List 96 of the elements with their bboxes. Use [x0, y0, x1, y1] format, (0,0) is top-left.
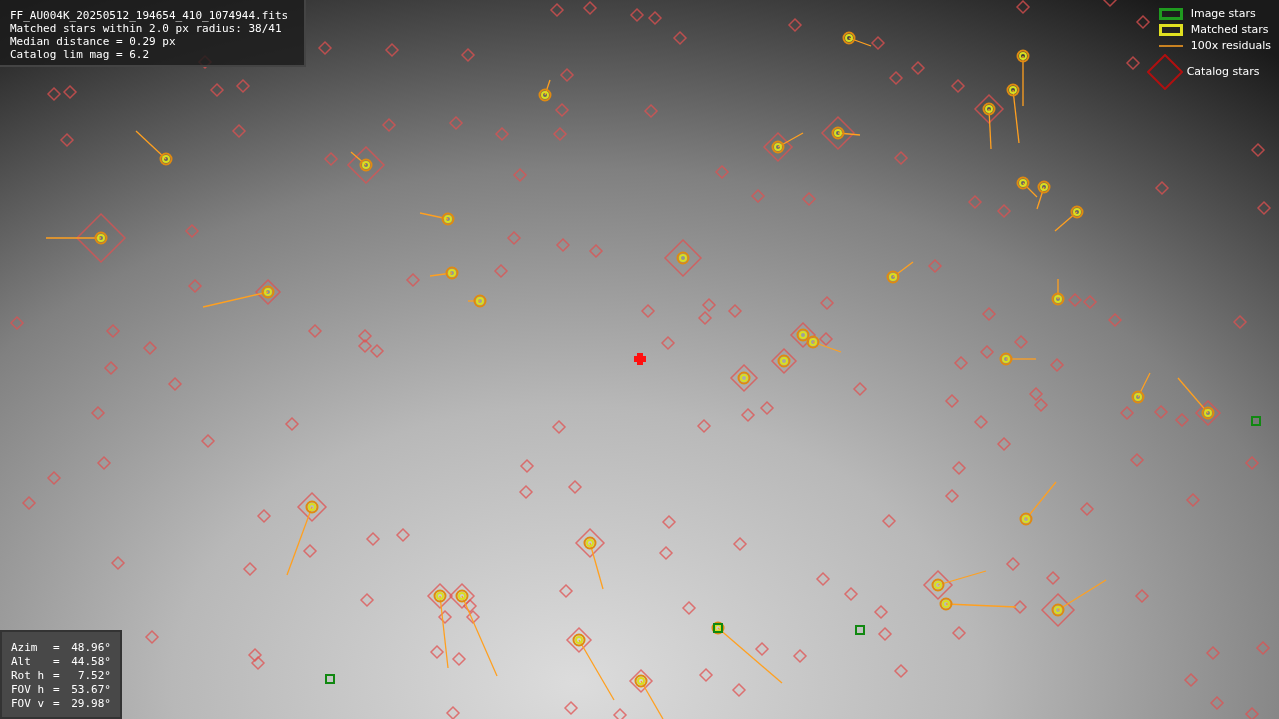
legend-label: Matched stars [1190, 21, 1269, 38]
residual-line [1057, 579, 1107, 611]
info-line: Catalog lim mag = 6.2 [10, 48, 151, 61]
matched-star-marker [777, 354, 791, 368]
matched-star-marker [305, 500, 319, 514]
residual-line [578, 639, 615, 701]
residual-line [988, 108, 992, 150]
matched-star-marker [796, 328, 810, 342]
residual-line [350, 151, 367, 166]
matched-star-marker [1201, 406, 1215, 420]
parameter-value: 44.58° [70, 655, 111, 669]
matched-star-marker [433, 589, 447, 603]
residual-line [286, 506, 313, 576]
matched-star-marker [676, 251, 690, 265]
residual-line [812, 341, 842, 353]
matched-star-marker [842, 31, 856, 45]
residual-line [589, 542, 604, 590]
info-line: Median distance = 0.29 px [10, 35, 177, 48]
legend-label: Image stars [1190, 5, 1256, 22]
legend-label: 100x residuals [1190, 37, 1271, 54]
matched-star-marker [359, 158, 373, 172]
legend-label: Catalog stars [1186, 63, 1260, 80]
info-line: Matched stars within 2.0 px radius: 38/41 [10, 22, 283, 35]
equals-sign: = [53, 669, 61, 683]
center-cross-icon [634, 353, 646, 365]
residual-line [1005, 358, 1037, 360]
matched-star-marker [999, 352, 1013, 366]
matched-star-marker [445, 266, 459, 280]
diamond-icon [1146, 54, 1183, 90]
equals-sign: = [53, 641, 61, 655]
matched-star-marker [634, 674, 648, 688]
residual-line [1054, 211, 1078, 232]
equals-sign: = [53, 683, 61, 697]
parameter-label: Azim [11, 641, 39, 655]
rectangle-icon [1158, 24, 1183, 36]
matched-star-marker [583, 536, 597, 550]
residual-line [1177, 377, 1209, 414]
residual-line [837, 132, 861, 136]
matched-star-marker [1016, 49, 1030, 63]
parameter-value: 29.98° [70, 697, 111, 711]
residual-line [45, 237, 102, 239]
residual-line [1022, 55, 1024, 107]
residual-line [892, 261, 914, 278]
matched-star-marker [1051, 603, 1065, 617]
residual-line [135, 130, 167, 160]
matched-star-marker [1037, 180, 1051, 194]
matched-star-marker [473, 294, 487, 308]
residual-line [1137, 372, 1151, 398]
matched-star-marker [261, 285, 275, 299]
matched-star-marker [538, 88, 552, 102]
matched-star-marker [1070, 205, 1084, 219]
matched-star-marker [1006, 83, 1020, 97]
matched-star-marker [1051, 292, 1065, 306]
matched-star-marker [1131, 390, 1145, 404]
parameter-label: Rot h [11, 669, 46, 683]
matched-star-marker [94, 231, 108, 245]
parameter-value: 48.96° [70, 641, 111, 655]
residual-line [467, 300, 481, 302]
matched-star-marker [1016, 176, 1030, 190]
residual-line [429, 272, 453, 277]
equals-sign: = [53, 655, 61, 669]
matched-star-marker [931, 578, 945, 592]
parameter-label: Alt [11, 655, 32, 669]
matched-star-marker [159, 152, 173, 166]
matched-star-marker [939, 597, 953, 611]
rectangle-icon [1158, 8, 1183, 20]
matched-star-marker [455, 589, 469, 603]
residual-line [544, 79, 551, 96]
residual-line [777, 132, 804, 148]
residual-line [945, 603, 1017, 608]
matched-star-marker [771, 140, 785, 154]
residual-line [1057, 278, 1059, 300]
matched-star-marker [886, 270, 900, 284]
line-icon [1158, 45, 1183, 47]
parameter-label: FOV h [11, 683, 46, 697]
residual-line [1012, 89, 1020, 144]
matched-star-marker [806, 335, 820, 349]
residual-line [717, 627, 783, 684]
matched-star-marker [831, 126, 845, 140]
matched-star-marker [441, 212, 455, 226]
residual-line [419, 212, 449, 220]
residual-line [640, 680, 664, 719]
residual-line [202, 291, 269, 308]
parameter-value: 7.52° [76, 669, 111, 683]
info-line: FF_AU004K_20250512_194654_410_1074944.fits [10, 9, 290, 22]
matched-star-marker [711, 621, 725, 635]
equals-sign: = [53, 697, 61, 711]
residual-line [937, 570, 987, 586]
matched-star-marker [982, 102, 996, 116]
residual-line [848, 37, 872, 47]
residual-line [1025, 481, 1057, 520]
matched-star-marker [572, 633, 586, 647]
matched-star-marker [1019, 512, 1033, 526]
parameter-value: 53.67° [70, 683, 111, 697]
parameter-label: FOV v [11, 697, 46, 711]
matched-star-marker [737, 371, 751, 385]
